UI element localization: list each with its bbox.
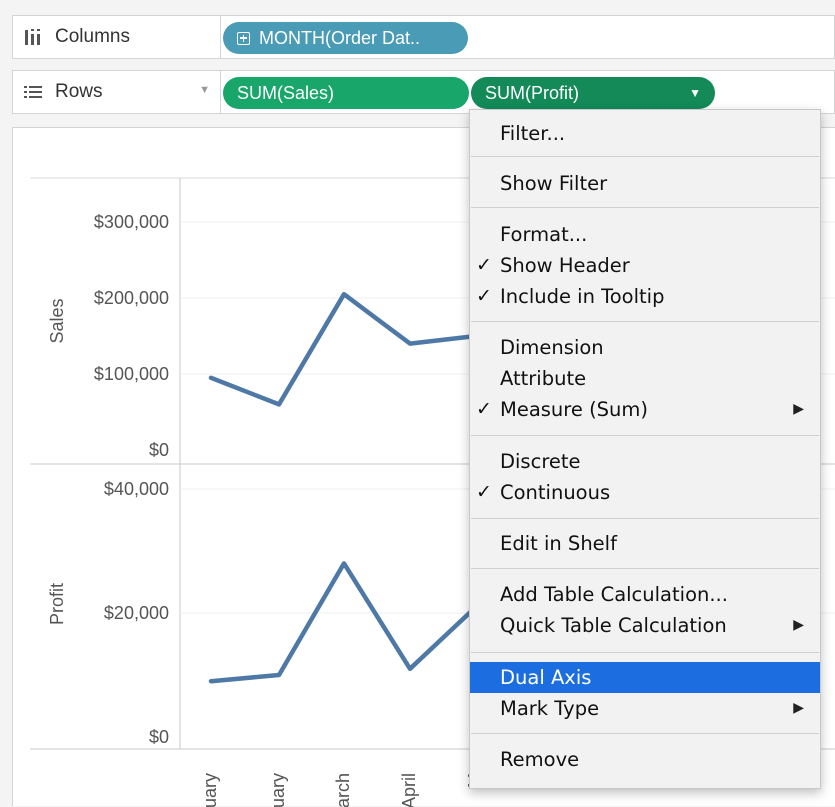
menu-include-tooltip[interactable]: ✓ Include in Tooltip bbox=[470, 281, 820, 312]
y-axis-title: Profit bbox=[47, 583, 67, 625]
menu-attribute-label: Attribute bbox=[500, 367, 586, 390]
submenu-arrow-icon: ▶ bbox=[793, 394, 804, 425]
menu-discrete-label: Discrete bbox=[500, 450, 581, 473]
menu-separator bbox=[471, 733, 819, 734]
x-tick-label: nuary bbox=[200, 773, 220, 807]
menu-show-header[interactable]: ✓ Show Header bbox=[470, 250, 820, 281]
menu-dual-axis-label: Dual Axis bbox=[500, 666, 591, 689]
menu-filter-label: Filter... bbox=[500, 122, 565, 145]
menu-mark-type-label: Mark Type bbox=[500, 697, 599, 720]
menu-show-filter[interactable]: Show Filter bbox=[470, 168, 820, 199]
check-icon: ✓ bbox=[476, 394, 492, 425]
columns-icon bbox=[23, 27, 43, 47]
menu-continuous[interactable]: ✓ Continuous bbox=[470, 477, 820, 508]
check-icon: ✓ bbox=[476, 250, 492, 281]
month-pill-label: MONTH(Order Dat.. bbox=[259, 28, 420, 49]
profit-pill-label: SUM(Profit) bbox=[485, 83, 579, 104]
pill-dropdown-icon[interactable]: ▼ bbox=[689, 86, 701, 100]
menu-show-header-label: Show Header bbox=[500, 254, 630, 277]
x-tick-label: April bbox=[399, 773, 419, 807]
y-tick-label: $200,000 bbox=[94, 288, 169, 308]
y-tick-label: $0 bbox=[149, 727, 169, 747]
chevron-down-icon[interactable]: ▼ bbox=[199, 84, 210, 96]
menu-edit-in-shelf[interactable]: Edit in Shelf bbox=[470, 528, 820, 559]
menu-include-tooltip-label: Include in Tooltip bbox=[500, 285, 664, 308]
menu-discrete[interactable]: Discrete bbox=[470, 446, 820, 477]
sum-sales-pill[interactable]: SUM(Sales) bbox=[223, 77, 469, 109]
menu-measure[interactable]: ✓ Measure (Sum) ▶ bbox=[470, 394, 820, 425]
menu-quick-table-calc-label: Quick Table Calculation bbox=[500, 614, 727, 637]
menu-remove[interactable]: Remove bbox=[470, 744, 820, 775]
menu-separator bbox=[471, 321, 819, 322]
menu-mark-type[interactable]: Mark Type ▶ bbox=[470, 693, 820, 724]
menu-edit-in-shelf-label: Edit in Shelf bbox=[500, 532, 617, 555]
rows-label: Rows bbox=[55, 81, 103, 103]
menu-dimension[interactable]: Dimension bbox=[470, 332, 820, 363]
menu-separator bbox=[471, 568, 819, 569]
menu-attribute[interactable]: Attribute bbox=[470, 363, 820, 394]
submenu-arrow-icon: ▶ bbox=[793, 610, 804, 641]
menu-format[interactable]: Format... bbox=[470, 219, 820, 250]
rows-list-icon bbox=[23, 82, 43, 102]
series-line-sales bbox=[211, 294, 476, 404]
check-icon: ✓ bbox=[476, 281, 492, 312]
month-order-date-pill[interactable]: MONTH(Order Dat.. bbox=[223, 22, 468, 54]
menu-format-label: Format... bbox=[500, 223, 587, 246]
x-tick-label: March bbox=[333, 773, 353, 807]
y-tick-label: $0 bbox=[149, 440, 169, 460]
columns-label: Columns bbox=[55, 26, 130, 48]
field-context-menu[interactable]: Filter... Show Filter Format... ✓ Show He… bbox=[469, 109, 821, 789]
sales-pill-label: SUM(Sales) bbox=[237, 83, 334, 104]
menu-dimension-label: Dimension bbox=[500, 336, 604, 359]
menu-measure-label: Measure (Sum) bbox=[500, 398, 648, 421]
y-tick-label: $20,000 bbox=[104, 603, 169, 623]
series-line-profit bbox=[211, 563, 476, 681]
menu-separator bbox=[471, 652, 819, 653]
rows-shelf[interactable]: Rows ▼ SUM(Sales) SUM(Profit) ▼ bbox=[12, 70, 835, 114]
menu-add-table-calc-label: Add Table Calculation... bbox=[500, 583, 728, 606]
sum-profit-pill[interactable]: SUM(Profit) ▼ bbox=[471, 77, 715, 109]
menu-remove-label: Remove bbox=[500, 748, 579, 771]
expand-plus-icon[interactable] bbox=[237, 32, 250, 45]
y-tick-label: $40,000 bbox=[104, 479, 169, 499]
y-axis-title: Sales bbox=[47, 298, 67, 343]
menu-add-table-calc[interactable]: Add Table Calculation... bbox=[470, 579, 820, 610]
columns-shelf-label: Columns bbox=[13, 16, 221, 58]
menu-quick-table-calc[interactable]: Quick Table Calculation ▶ bbox=[470, 610, 820, 641]
y-tick-label: $300,000 bbox=[94, 212, 169, 232]
menu-separator bbox=[471, 435, 819, 436]
rows-shelf-label: Rows ▼ bbox=[13, 71, 221, 113]
menu-separator bbox=[471, 156, 819, 157]
menu-separator bbox=[471, 518, 819, 519]
columns-shelf[interactable]: Columns MONTH(Order Dat.. bbox=[12, 15, 835, 59]
check-icon: ✓ bbox=[476, 477, 492, 508]
submenu-arrow-icon: ▶ bbox=[793, 693, 804, 724]
y-tick-label: $100,000 bbox=[94, 364, 169, 384]
menu-filter[interactable]: Filter... bbox=[470, 118, 820, 149]
menu-continuous-label: Continuous bbox=[500, 481, 610, 504]
x-tick-label: ruary bbox=[268, 773, 288, 807]
menu-dual-axis[interactable]: Dual Axis bbox=[470, 662, 820, 693]
menu-separator bbox=[471, 207, 819, 208]
menu-show-filter-label: Show Filter bbox=[500, 172, 607, 195]
